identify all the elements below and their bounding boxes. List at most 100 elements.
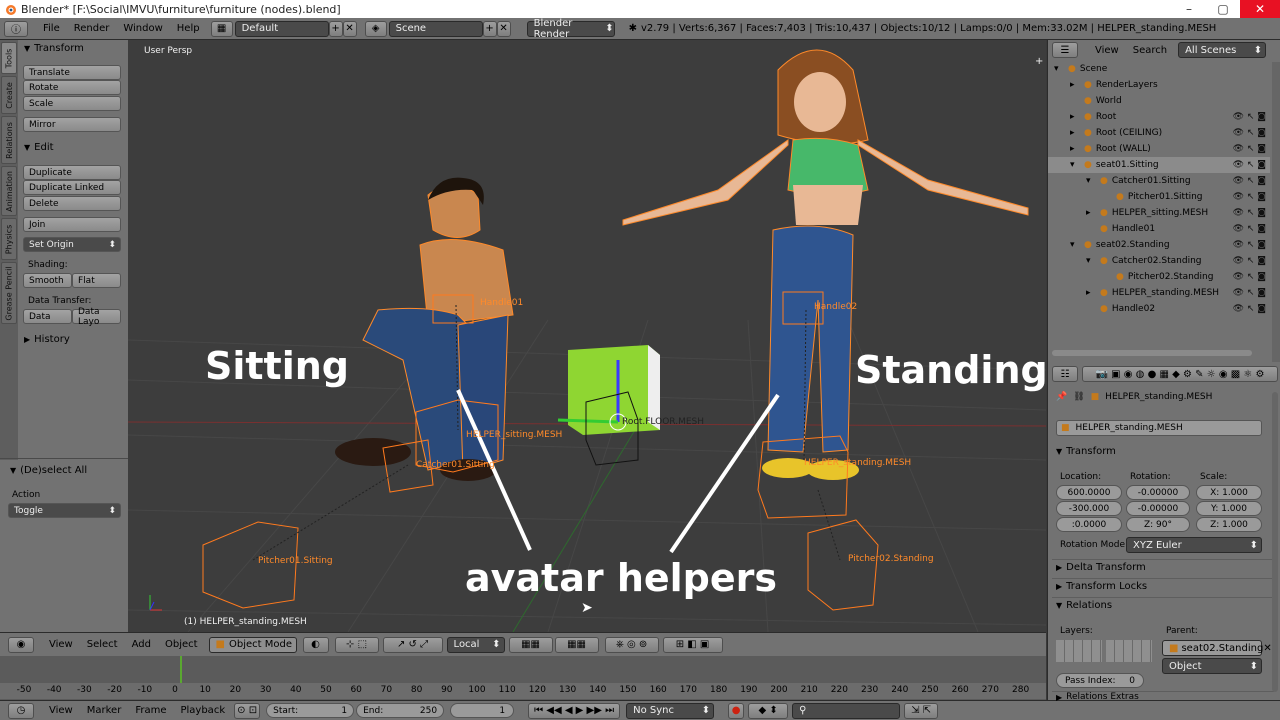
pin-icon[interactable]: 📌 — [1056, 392, 1067, 402]
outliner-expand-toggle[interactable]: ▾ — [1086, 176, 1096, 186]
action-select[interactable]: Toggle ⬍ — [8, 503, 121, 518]
rotation-z-field[interactable]: Z: 90° — [1126, 517, 1190, 532]
location-z-field[interactable]: :0.0000 — [1056, 517, 1122, 532]
visibility-icon[interactable]: 👁 ↖ ◙ — [1233, 240, 1266, 250]
layer-buttons-left[interactable] — [1056, 640, 1102, 662]
scene-remove-button[interactable]: ✕ — [496, 20, 511, 37]
location-y-field[interactable]: -300.000 — [1056, 501, 1122, 516]
maximize-button[interactable]: ▢ — [1206, 0, 1240, 18]
viewport-shading-select[interactable]: ◐ — [302, 636, 329, 653]
outliner-expand-toggle[interactable]: ▾ — [1054, 64, 1064, 74]
playback-controls[interactable]: ⏮ ◀◀ ◀ ▶ ▶▶ ⏭ — [528, 702, 621, 719]
parent-type-select[interactable]: Object ⬍ — [1162, 658, 1262, 674]
menu-add[interactable]: Add — [125, 639, 158, 650]
auto-keying-button[interactable]: ● — [728, 702, 745, 719]
outliner-row[interactable]: ▾ ● seat02.Standing 👁 ↖ ◙ — [1048, 237, 1270, 253]
outliner-row[interactable]: ▾ ● seat01.Sitting 👁 ↖ ◙ — [1048, 157, 1270, 173]
set-origin-select[interactable]: Set Origin ⬍ — [23, 237, 121, 252]
relations-extras-header[interactable]: ▶ Relations Extras — [1056, 692, 1139, 702]
visibility-icon[interactable]: 👁 ↖ ◙ — [1233, 144, 1266, 154]
layer-buttons-a[interactable]: ▦▦ — [508, 636, 553, 653]
layer-buttons-right[interactable] — [1106, 640, 1152, 662]
operator-panel-header[interactable]: ▼ (De)select All — [10, 465, 87, 476]
editor-type-info-button[interactable]: ⓘ — [4, 20, 28, 37]
outliner-editor[interactable]: ☰ View Search All Scenes ⬍ ▾ ● Scene ▸ ● Rende… — [1047, 40, 1280, 362]
outliner-expand-toggle[interactable]: ▾ — [1070, 240, 1080, 250]
outliner-search-menu[interactable]: Search — [1126, 45, 1174, 56]
shade-smooth-button[interactable]: Smooth — [23, 273, 72, 288]
current-frame-field[interactable]: 1 — [450, 703, 515, 718]
tab-relations[interactable]: Relations — [1, 116, 17, 164]
pass-index-field[interactable]: Pass Index: 0 — [1056, 673, 1144, 688]
tab-grease-pencil[interactable]: Grease Pencil — [1, 262, 17, 324]
editor-type-properties-button[interactable]: ☷ — [1052, 366, 1078, 382]
visibility-icon[interactable]: 👁 ↖ ◙ — [1233, 256, 1266, 266]
tab-create[interactable]: Create — [1, 76, 17, 114]
editor-type-outliner-button[interactable]: ☰ — [1052, 42, 1078, 58]
visibility-icon[interactable]: 👁 ↖ ◙ — [1233, 208, 1266, 218]
scale-y-field[interactable]: Y: 1.000 — [1196, 501, 1262, 516]
properties-context-tabs[interactable]: 📷 ▣ ◉ ◍ ● ▦ ◆ ⚙ ✎ ☼ ◉ ▩ ⚛ ⚙ — [1082, 366, 1278, 382]
scale-x-field[interactable]: X: 1.000 — [1196, 485, 1262, 500]
outliner-view-menu[interactable]: View — [1088, 45, 1126, 56]
outliner-row[interactable]: ▸ ● RenderLayers — [1048, 77, 1270, 93]
keying-set-buttons[interactable]: ◆ ⬍ — [748, 702, 789, 719]
render-engine-select[interactable]: Blender Render ⬍ — [526, 18, 615, 40]
outliner-row[interactable]: ● Pitcher01.Sitting 👁 ↖ ◙ — [1048, 189, 1270, 205]
menu-select[interactable]: Select — [80, 639, 125, 650]
transform-orientation-select[interactable]: Local ⬍ — [446, 636, 505, 653]
delete-button[interactable]: Delete — [23, 196, 121, 211]
outliner-expand-toggle[interactable]: ▾ — [1070, 160, 1080, 170]
outliner-expand-toggle[interactable]: ▸ — [1070, 80, 1080, 90]
minimize-button[interactable]: – — [1172, 0, 1206, 18]
translate-button[interactable]: Translate — [23, 65, 121, 80]
manipulator-toggles[interactable]: ↗ ↺ ⤢ — [382, 636, 443, 653]
shade-flat-button[interactable]: Flat — [72, 273, 121, 288]
outliner-row[interactable]: ● Handle02 👁 ↖ ◙ — [1048, 301, 1270, 317]
pivot-point-select[interactable]: ⊹ ⬚ — [334, 636, 379, 653]
snap-proportional-buttons[interactable]: ⎈ ◎ ⊚ — [604, 636, 659, 653]
visibility-icon[interactable]: 👁 ↖ ◙ — [1233, 160, 1266, 170]
outliner-row[interactable]: ▸ ● HELPER_standing.MESH 👁 ↖ ◙ — [1048, 285, 1270, 301]
scene-browse-button[interactable]: ◈ — [364, 20, 387, 37]
outliner-expand-toggle[interactable]: ▸ — [1086, 208, 1096, 218]
menu-frame[interactable]: Frame — [128, 705, 173, 716]
timeline-editor[interactable]: -50 -40 -30 -20 -10 0 10 20 30 40 50 60 70 80 90 100 110… — [0, 656, 1046, 700]
layout-name-field[interactable]: Default — [234, 20, 329, 37]
scale-button[interactable]: Scale — [23, 96, 121, 111]
layout-remove-button[interactable]: ✕ — [342, 20, 357, 37]
tab-tools[interactable]: Tools — [1, 42, 17, 74]
visibility-icon[interactable]: 👁 ↖ ◙ — [1233, 224, 1266, 234]
parent-field[interactable]: ■ seat02.Standing ✕ — [1162, 640, 1272, 656]
visibility-icon[interactable]: 👁 ↖ ◙ — [1233, 176, 1266, 186]
outliner-row[interactable]: ● Pitcher02.Standing 👁 ↖ ◙ — [1048, 269, 1270, 285]
layout-add-button[interactable]: + — [328, 20, 343, 37]
3d-viewport[interactable]: User Persp (1) HELPER_standing.MESH + Ha… — [128, 40, 1046, 632]
transform-panel-header[interactable]: ▼ Transform — [24, 43, 84, 54]
history-panel-header[interactable]: ▶ History — [24, 334, 70, 345]
editor-type-3d-button[interactable]: ◉ — [8, 636, 34, 653]
join-button[interactable]: Join — [23, 217, 121, 232]
outliner-row[interactable]: ▸ ● Root (WALL) 👁 ↖ ◙ — [1048, 141, 1270, 157]
menu-marker[interactable]: Marker — [80, 705, 129, 716]
menu-help[interactable]: Help — [170, 23, 207, 34]
outliner-row[interactable]: ▸ ● Root (CEILING) 👁 ↖ ◙ — [1048, 125, 1270, 141]
outliner-expand-toggle[interactable]: ▾ — [1086, 256, 1096, 266]
scale-z-field[interactable]: Z: 1.000 — [1196, 517, 1262, 532]
properties-editor[interactable]: ☷ 📷 ▣ ◉ ◍ ● ▦ ◆ ⚙ ✎ ☼ ◉ ▩ ⚛ ⚙ 📌 ⛓ ■ HELPER… — [1047, 362, 1280, 702]
menu-file[interactable]: File — [36, 23, 67, 34]
data-layout-button[interactable]: Data Layo — [72, 307, 121, 327]
insert-keyframe-buttons[interactable]: ⇲ ⇱ — [904, 702, 939, 719]
object-name-field[interactable]: ■ HELPER_standing.MESH — [1056, 420, 1262, 436]
duplicate-button[interactable]: Duplicate — [23, 165, 121, 180]
visibility-icon[interactable]: 👁 ↖ ◙ — [1233, 192, 1266, 202]
visibility-icon[interactable]: 👁 ↖ ◙ — [1233, 112, 1266, 122]
menu-timeline-view[interactable]: View — [42, 705, 80, 716]
rotate-button[interactable]: Rotate — [23, 80, 121, 95]
duplicate-linked-button[interactable]: Duplicate Linked — [23, 180, 121, 195]
data-transfer-button[interactable]: Data — [23, 309, 72, 324]
transform-header[interactable]: ▼ Transform — [1056, 446, 1116, 457]
tab-physics[interactable]: Physics — [1, 218, 17, 260]
outliner-expand-toggle[interactable]: ▸ — [1070, 128, 1080, 138]
viewport-split-widget[interactable]: + — [1035, 56, 1043, 67]
